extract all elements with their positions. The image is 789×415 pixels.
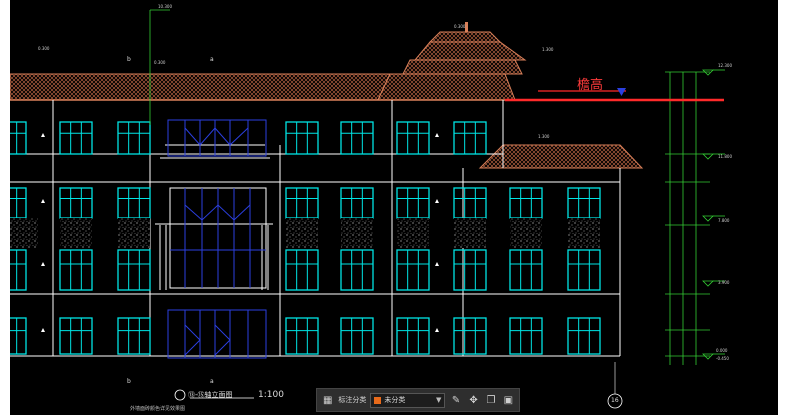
window: [59, 317, 93, 355]
svg-text:10.300: 10.300: [158, 4, 172, 9]
annex-roof: [478, 144, 644, 169]
view-scale: 1:100: [258, 390, 284, 400]
window: [117, 187, 151, 219]
svg-text:-0.450: -0.450: [716, 356, 729, 361]
window: [453, 249, 487, 291]
window: [10, 249, 27, 291]
window: [285, 249, 319, 291]
axis-letter-a: a: [210, 56, 214, 63]
category-label: 标注分类: [338, 396, 367, 404]
window: [567, 249, 601, 291]
window: [453, 121, 487, 155]
eave-height-annotation: [505, 88, 724, 102]
triangle-marker: [435, 262, 439, 266]
roof-pavilion: [413, 22, 527, 61]
window: [285, 317, 319, 355]
window: [59, 187, 93, 219]
eave-height-label: 檐高: [577, 78, 604, 93]
window: [59, 249, 93, 291]
window: [509, 187, 543, 219]
svg-text:0.300: 0.300: [154, 60, 166, 65]
triangle-marker: [41, 133, 45, 137]
svg-text:7.800: 7.800: [718, 218, 730, 223]
category-swatch: [374, 396, 382, 404]
view-title: ⑬-⑮轴立面图: [188, 391, 233, 399]
window: [340, 121, 374, 155]
window: [453, 317, 487, 355]
triangle-marker: [435, 199, 439, 203]
window: [10, 121, 27, 155]
triangle-marker: [41, 199, 45, 203]
window: [396, 121, 430, 155]
central-facade: [169, 187, 267, 289]
window: [10, 187, 27, 219]
entrance-columns: [155, 223, 273, 290]
chevron-down-icon: ▼: [436, 396, 442, 404]
edit-icon[interactable]: ✎: [449, 393, 462, 407]
window: [509, 249, 543, 291]
svg-text:1.300: 1.300: [538, 134, 550, 139]
grid-icon[interactable]: ▦: [321, 393, 334, 407]
move-icon[interactable]: ✥: [467, 393, 480, 407]
window: [509, 317, 543, 355]
svg-text:0.300: 0.300: [38, 46, 50, 51]
window: [396, 187, 430, 219]
axis-bubble-label: 16: [611, 397, 619, 404]
window: [567, 317, 601, 355]
entrance-door: [167, 309, 267, 359]
category-select-value: 未分类: [384, 396, 406, 404]
copy-icon[interactable]: ❐: [484, 393, 497, 407]
axis-letter-a-bottom: a: [210, 378, 214, 385]
triangle-marker: [435, 133, 439, 137]
window: [117, 121, 151, 155]
svg-text:0.000: 0.000: [716, 348, 728, 353]
elevation-drawing: 10.300 0.300 0.300 1.300 1.300 12.300 11…: [10, 4, 732, 409]
spandrels: [10, 218, 600, 248]
curtain-wall-top: [167, 119, 267, 157]
window: [396, 317, 430, 355]
window: [10, 317, 27, 355]
window: [396, 249, 430, 291]
svg-text:12.300: 12.300: [718, 63, 732, 68]
axis-letter-b-bottom: b: [127, 378, 131, 385]
window: [285, 187, 319, 219]
axis-letter-b: b: [127, 56, 131, 63]
window: [340, 187, 374, 219]
paste-icon[interactable]: ▣: [502, 393, 515, 407]
window: [567, 187, 601, 219]
window: [117, 249, 151, 291]
svg-text:1.300: 1.300: [542, 47, 554, 52]
svg-text:3.900: 3.900: [718, 280, 730, 285]
annotation-toolbar: ▦ 标注分类 未分类 ▼ ✎ ✥ ❐ ▣: [316, 388, 520, 412]
triangle-marker: [41, 262, 45, 266]
window: [59, 121, 93, 155]
triangle-marker: [41, 328, 45, 332]
svg-text:0.300: 0.300: [454, 24, 466, 29]
footnote: 外墙面砖颜色详见效果图: [130, 406, 186, 412]
window: [340, 317, 374, 355]
cad-canvas[interactable]: 10.300 0.300 0.300 1.300 1.300 12.300 11…: [10, 0, 778, 415]
svg-text:11.800: 11.800: [718, 154, 732, 159]
window: [340, 249, 374, 291]
window: [117, 317, 151, 355]
window: [453, 187, 487, 219]
window: [285, 121, 319, 155]
category-select[interactable]: 未分类 ▼: [370, 392, 446, 408]
main-roof: [10, 59, 523, 101]
level-markers: [702, 69, 725, 360]
triangle-marker: [435, 328, 439, 332]
